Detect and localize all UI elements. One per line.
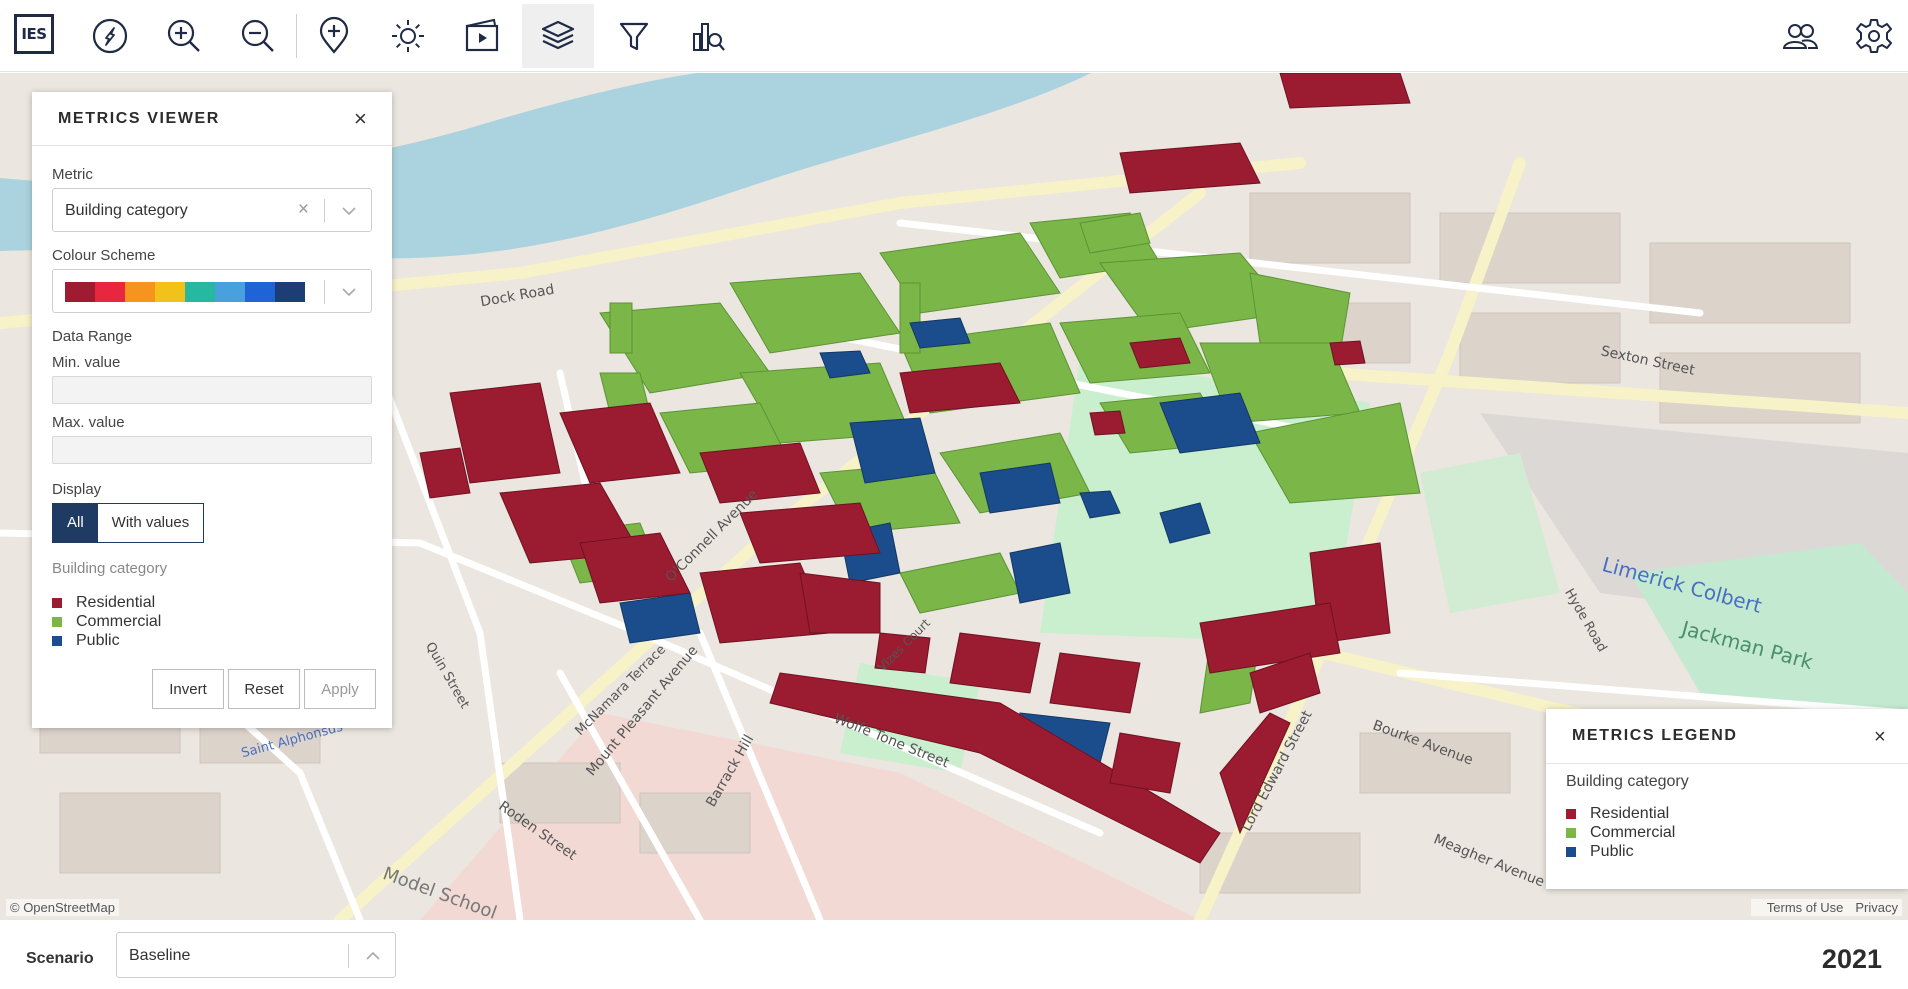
colour-swatch [215, 282, 245, 302]
colour-swatch [185, 282, 215, 302]
privacy-link[interactable]: Privacy [1855, 900, 1898, 915]
legend-item-commercial: Commercial [1566, 824, 1675, 842]
chevron-down-icon[interactable] [339, 201, 359, 221]
metric-label: Metric [52, 166, 93, 183]
media-player-button[interactable] [446, 4, 518, 68]
metrics-viewer-header: METRICS VIEWER × [32, 92, 392, 146]
max-value-label: Max. value [52, 414, 125, 431]
colour-scheme-select[interactable] [52, 269, 372, 313]
legend-item-public: Public [52, 632, 120, 650]
legend-item-public: Public [1566, 843, 1634, 861]
metrics-viewer-title: METRICS VIEWER [58, 110, 220, 127]
colour-swatch [65, 282, 95, 302]
colour-swatch [155, 282, 185, 302]
display-with-values-option[interactable]: With values [97, 504, 204, 542]
filter-button[interactable] [598, 4, 670, 68]
media-player-icon [465, 18, 499, 52]
bottom-bar: Scenario Baseline 2021 [0, 920, 1908, 989]
legend-swatch [1566, 828, 1576, 838]
zoom-in-button[interactable] [148, 4, 220, 68]
add-location-button[interactable] [298, 4, 370, 68]
add-location-icon [319, 16, 349, 54]
min-value-label: Min. value [52, 354, 121, 371]
min-value-input[interactable] [52, 376, 372, 404]
chevron-up-icon[interactable] [363, 946, 383, 966]
filter-icon [619, 22, 649, 51]
users-icon [1782, 24, 1819, 49]
legend-swatch [52, 598, 62, 608]
toolbar-divider [296, 14, 297, 58]
chevron-down-icon[interactable] [339, 282, 359, 302]
legend-item-residential: Residential [52, 594, 155, 612]
display-label: Display [52, 481, 102, 498]
ies-logo[interactable]: IES [14, 14, 54, 54]
display-toggle: All With values [52, 503, 205, 543]
colour-swatch [95, 282, 125, 302]
apply-button[interactable]: Apply [304, 669, 376, 709]
analytics-button[interactable] [672, 4, 744, 68]
invert-button[interactable]: Invert [152, 669, 224, 709]
scenario-label: Scenario [26, 950, 94, 967]
reset-button[interactable]: Reset [228, 669, 300, 709]
data-range-label: Data Range [52, 328, 133, 345]
metric-clear-icon[interactable]: × [298, 199, 309, 221]
top-toolbar: IES [0, 0, 1908, 72]
scenario-select-value: Baseline [129, 947, 191, 964]
layers-icon [541, 20, 575, 50]
settings-icon [1856, 19, 1892, 53]
analytics-icon [693, 23, 725, 51]
colour-scheme-label: Colour Scheme [52, 247, 156, 264]
legend-divider [1546, 763, 1908, 764]
legend-item-residential: Residential [1566, 805, 1669, 823]
settings-button[interactable] [1838, 4, 1908, 68]
compass-icon [92, 18, 128, 54]
metric-select-value: Building category [65, 202, 188, 219]
max-value-input[interactable] [52, 436, 372, 464]
metrics-legend-panel: METRICS LEGEND × Building category Resid… [1546, 709, 1908, 889]
select-separator [324, 199, 325, 223]
legend-swatch [1566, 847, 1576, 857]
select-separator [324, 280, 325, 304]
scenario-select[interactable]: Baseline [116, 932, 396, 978]
sun-icon [392, 20, 424, 52]
colour-scheme-swatches [65, 282, 305, 302]
legend-title: Building category [52, 560, 168, 577]
display-all-option[interactable]: All [53, 504, 98, 542]
zoom-out-button[interactable] [222, 4, 294, 68]
legend-swatch [1566, 809, 1576, 819]
year-display: 2021 [1821, 944, 1882, 974]
map-attribution[interactable]: © OpenStreetMap [6, 899, 119, 916]
legend-swatch [52, 636, 62, 646]
metrics-viewer-panel: METRICS VIEWER × Metric Building categor… [32, 92, 392, 728]
compass-button[interactable] [74, 4, 146, 68]
layers-button[interactable] [522, 4, 594, 68]
legend-swatch [52, 617, 62, 627]
sun-button[interactable] [372, 4, 444, 68]
colour-swatch [125, 282, 155, 302]
zoom-in-icon [167, 19, 200, 52]
zoom-out-icon [241, 19, 274, 52]
map-footer-links: Terms of Use Privacy [1750, 899, 1902, 916]
legend-item-commercial: Commercial [52, 613, 161, 631]
metrics-viewer-close-button[interactable]: × [354, 108, 367, 130]
metrics-legend-title: METRICS LEGEND [1572, 727, 1738, 744]
metrics-legend-subtitle: Building category [1566, 773, 1689, 790]
colour-swatch [245, 282, 275, 302]
metric-select[interactable]: Building category × [52, 188, 372, 232]
terms-of-use-link[interactable]: Terms of Use [1767, 900, 1844, 915]
colour-swatch [275, 282, 305, 302]
users-button[interactable] [1764, 4, 1836, 68]
select-separator [348, 944, 349, 968]
metrics-legend-close-button[interactable]: × [1874, 727, 1886, 747]
